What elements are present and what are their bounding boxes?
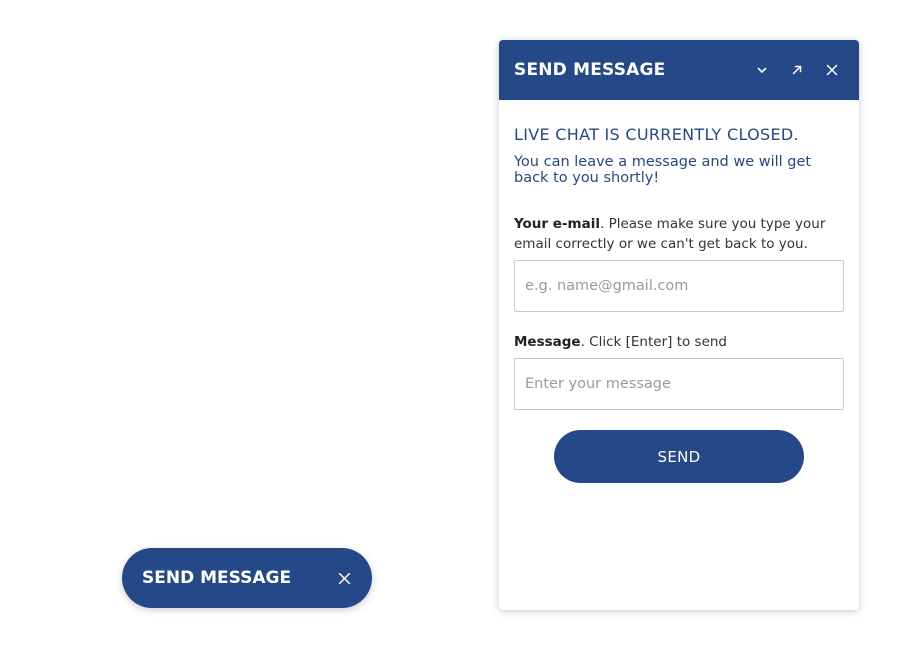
chat-window: SEND MESSAGE LIVE CHAT IS CURRENTLY CLOS… <box>499 40 859 610</box>
message-field[interactable] <box>514 358 844 410</box>
send-button[interactable]: SEND <box>554 430 804 483</box>
chat-header-title: SEND MESSAGE <box>514 60 666 80</box>
message-label-bold: Message <box>514 334 581 350</box>
chevron-down-icon <box>757 67 766 73</box>
close-chat-button[interactable] <box>814 55 849 85</box>
email-field[interactable] <box>514 260 844 312</box>
email-label-bold: Your e-mail <box>514 216 600 232</box>
close-icon <box>826 64 837 76</box>
chat-header: SEND MESSAGE <box>499 40 859 100</box>
launcher-close-button[interactable] <box>333 567 355 589</box>
message-label: Message. Click [Enter] to send <box>514 332 844 352</box>
minimize-button[interactable] <box>744 55 779 85</box>
chat-body: LIVE CHAT IS CURRENTLY CLOSED. You can l… <box>499 125 859 483</box>
close-icon <box>338 572 350 584</box>
email-label: Your e-mail. Please make sure you type y… <box>514 214 844 254</box>
launcher-label: SEND MESSAGE <box>142 568 292 588</box>
message-label-hint: . Click [Enter] to send <box>580 334 728 350</box>
popout-button[interactable] <box>779 55 814 85</box>
status-subtitle: You can leave a message and we will get … <box>514 154 812 186</box>
expand-arrow-icon <box>792 65 801 75</box>
status-title: LIVE CHAT IS CURRENTLY CLOSED. <box>514 125 799 144</box>
chat-launcher-button[interactable]: SEND MESSAGE <box>122 548 372 608</box>
